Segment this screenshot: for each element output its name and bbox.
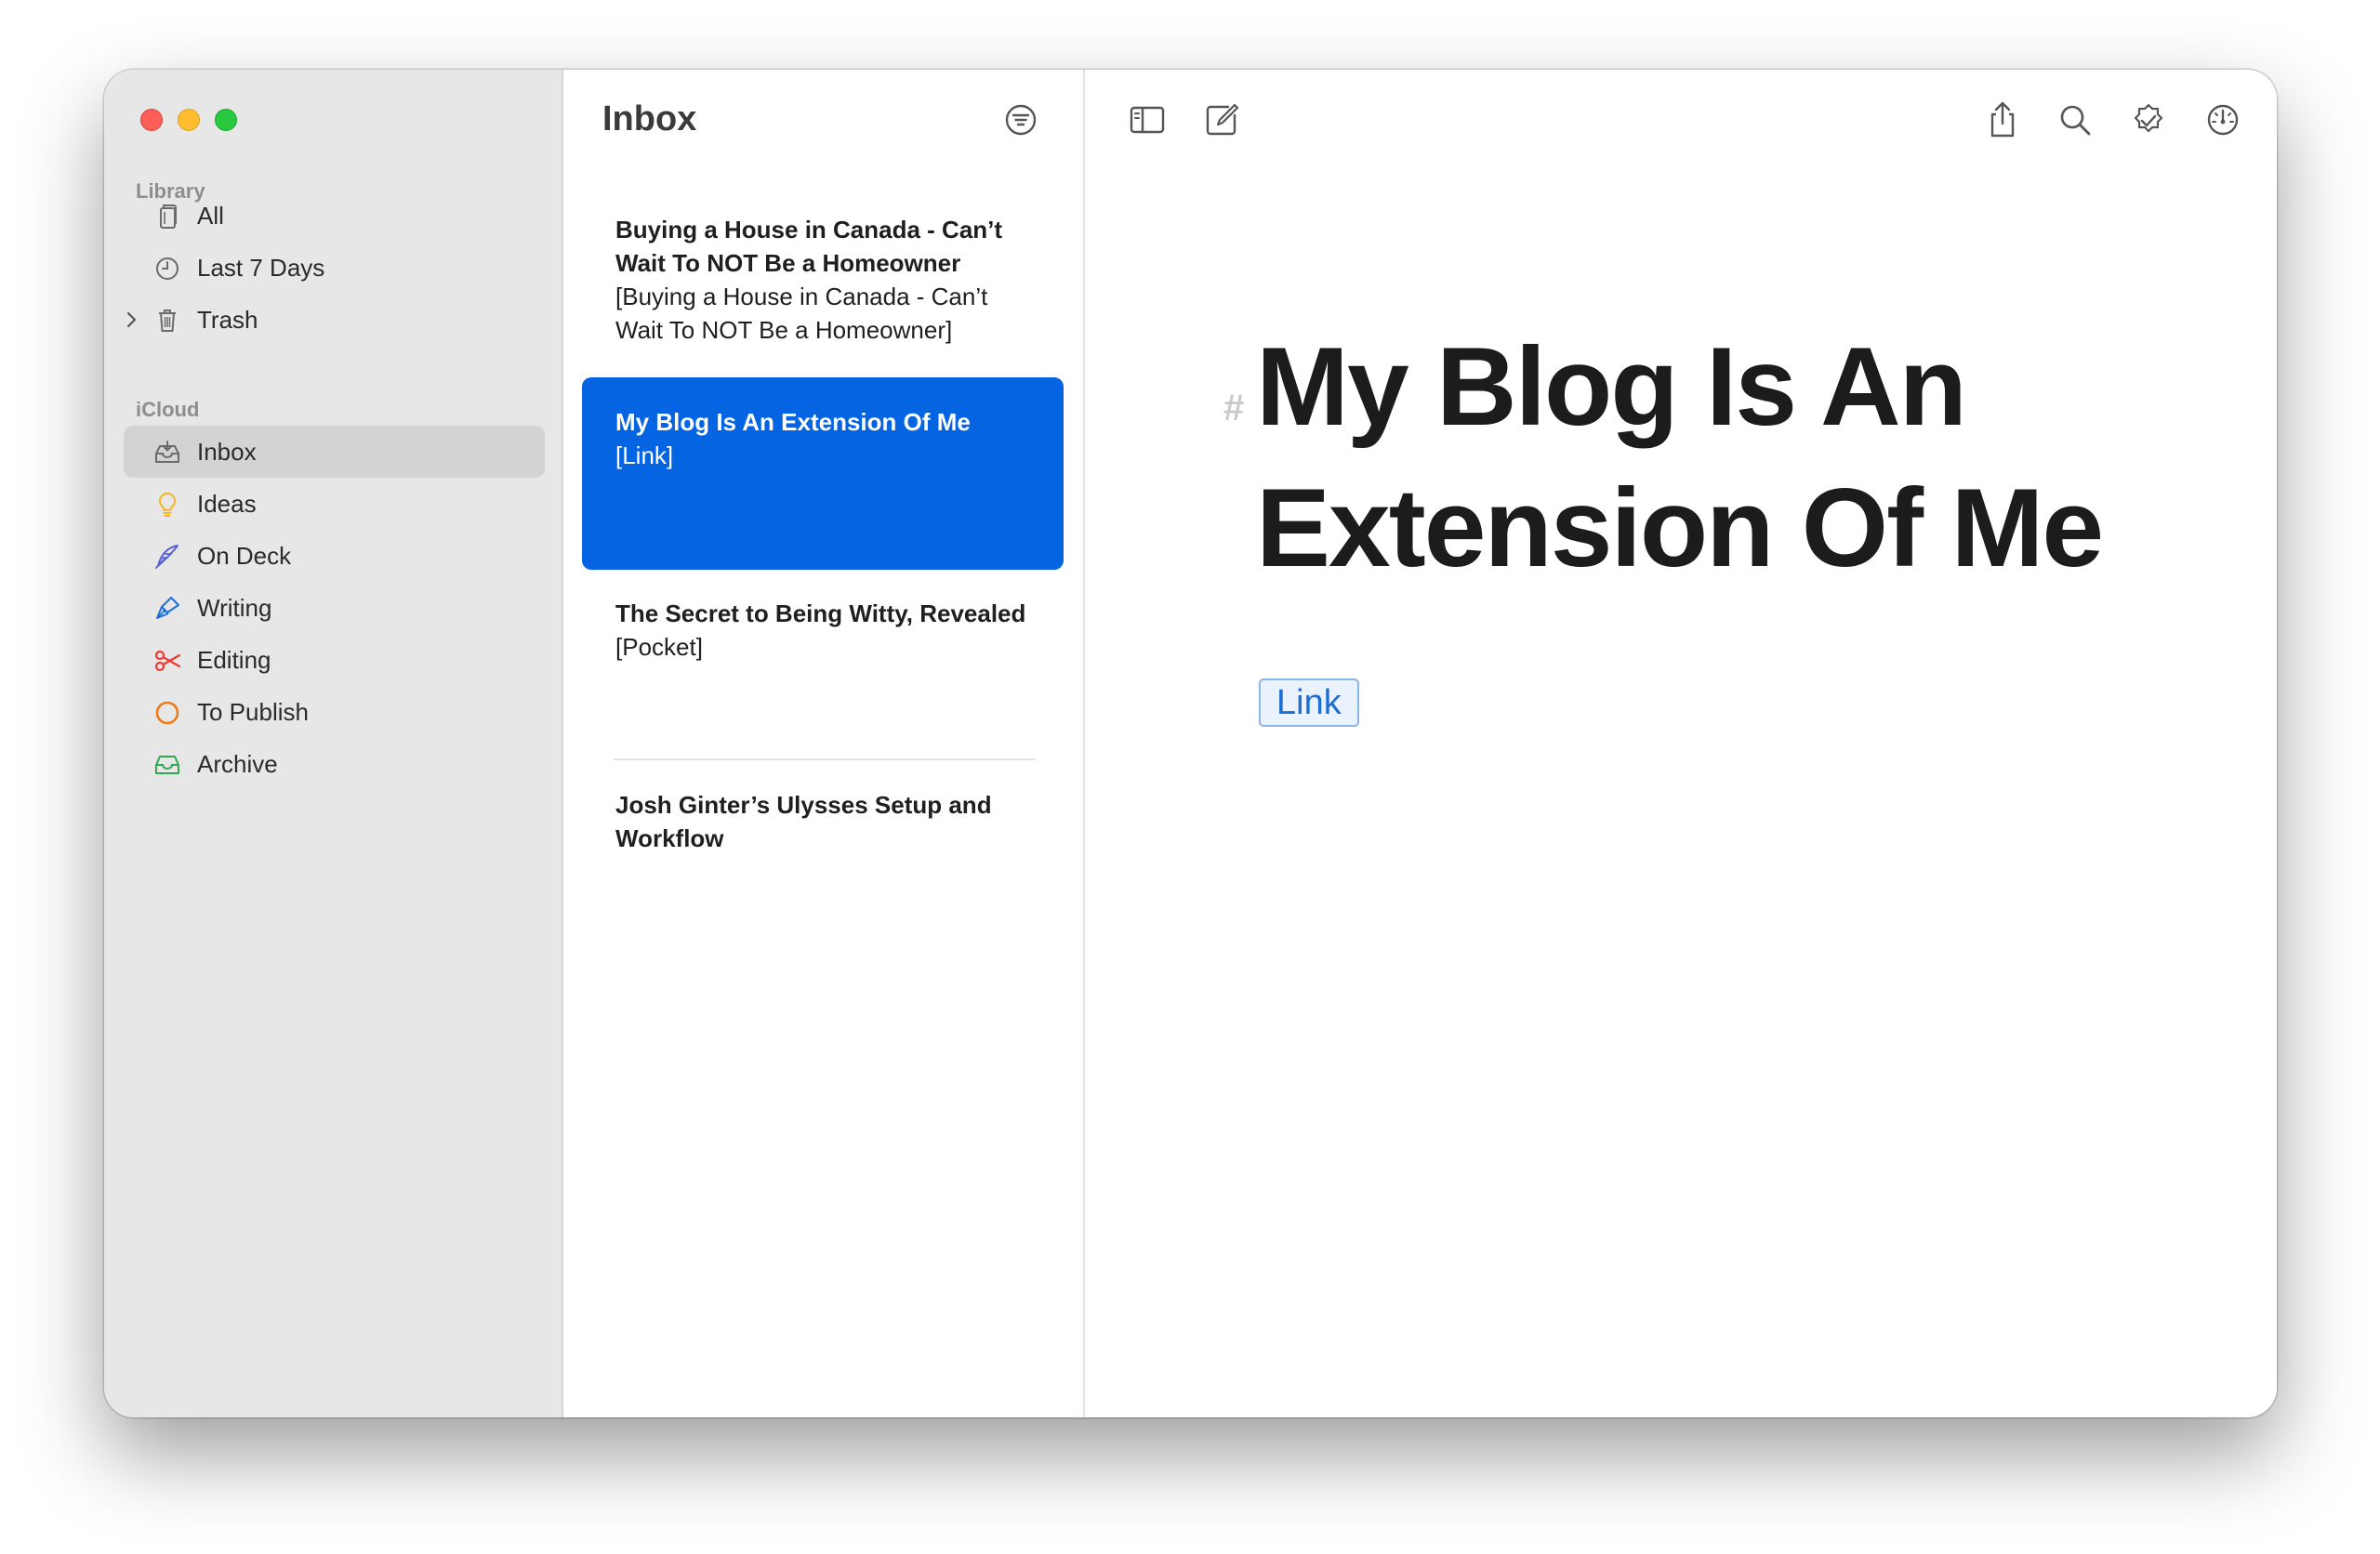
traffic-lights [140, 109, 237, 131]
sidebar-item-to-publish[interactable]: To Publish [124, 686, 545, 738]
filter-icon[interactable] [1002, 101, 1039, 138]
sidebar-item-label: On Deck [197, 542, 292, 570]
archive-tray-icon [155, 756, 179, 774]
sidebar-item-editing[interactable]: Editing [124, 634, 545, 686]
sidebar-item-all[interactable]: All [124, 190, 545, 242]
list-title: Inbox [602, 99, 697, 138]
sidebar-item-inbox[interactable]: Inbox [124, 426, 545, 478]
editor: # My Blog Is An Extension Of Me Link [1085, 70, 2277, 1417]
inbox-icon [155, 441, 179, 463]
dashboard-icon[interactable] [2202, 99, 2243, 140]
stack-icon [160, 204, 177, 229]
sidebar-item-label: Ideas [197, 490, 257, 518]
lightbulb-icon [158, 492, 177, 517]
sidebar-item-label: Archive [197, 750, 278, 778]
sidebar-item-label: To Publish [197, 698, 309, 726]
sidebar: Library All Last 7 Days Trash iCloud Inb… [104, 70, 563, 1417]
sheet-card[interactable]: Buying a House in Canada - Can’t Wait To… [582, 194, 1064, 380]
circle-icon [155, 701, 179, 725]
sheet-title: My Blog Is An Extension Of Me [615, 408, 971, 436]
sheet-preview: [Pocket] [615, 633, 703, 661]
checklist-badge-icon[interactable] [2128, 99, 2169, 140]
sidebar-item-on-deck[interactable]: On Deck [124, 530, 545, 582]
quill-icon [155, 545, 178, 569]
list-divider [614, 758, 1036, 760]
sheet-title: Buying a House in Canada - Can’t Wait To… [615, 216, 1003, 277]
sidebar-item-label: Writing [197, 594, 272, 622]
document-heading[interactable]: My Blog Is An Extension Of Me [1256, 316, 2277, 599]
search-icon[interactable] [2055, 99, 2096, 140]
sheet-preview: [Link] [615, 441, 674, 469]
sidebar-item-archive[interactable]: Archive [124, 738, 545, 790]
sidebar-item-trash[interactable]: Trash [124, 294, 545, 346]
sidebar-item-last-7-days[interactable]: Last 7 Days [124, 242, 545, 294]
sheet-list: Inbox Buying a House in Canada - Can’t W… [563, 70, 1085, 1417]
sheet-title: Josh Ginter’s Ulysses Setup and Workflow [615, 791, 992, 852]
sidebar-toggle-icon[interactable] [1127, 99, 1168, 140]
section-label-icloud: iCloud [136, 398, 200, 421]
minimize-window-button[interactable] [178, 109, 200, 131]
sidebar-item-label: All [197, 202, 224, 230]
sheet-card[interactable]: Josh Ginter’s Ulysses Setup and Workflow [582, 770, 1064, 872]
sidebar-item-label: Trash [197, 306, 258, 334]
sheet-card-selected[interactable]: My Blog Is An Extension Of Me [Link] [582, 377, 1064, 570]
sidebar-item-ideas[interactable]: Ideas [124, 478, 545, 530]
link-chip[interactable]: Link [1259, 678, 1359, 727]
sidebar-item-label: Inbox [197, 438, 257, 466]
app-window: Library All Last 7 Days Trash iCloud Inb… [104, 70, 2277, 1417]
sheet-title: The Secret to Being Witty, Revealed [615, 599, 1026, 627]
sidebar-item-writing[interactable]: Writing [124, 582, 545, 634]
clock-icon [156, 257, 178, 280]
heading-marker: # [1223, 388, 1245, 428]
scissors-icon [154, 650, 181, 672]
trash-icon [159, 309, 176, 332]
close-window-button[interactable] [140, 109, 163, 131]
compose-icon[interactable] [1201, 99, 1242, 140]
zoom-window-button[interactable] [215, 109, 237, 131]
chevron-right-icon[interactable] [120, 308, 144, 332]
sidebar-item-label: Last 7 Days [197, 254, 325, 282]
sidebar-item-label: Editing [197, 646, 271, 674]
sheet-preview: [Buying a House in Canada - Can’t Wait T… [615, 283, 988, 344]
sheet-card[interactable]: The Secret to Being Witty, Revealed [Poc… [582, 578, 1064, 745]
pen-icon [156, 597, 179, 619]
share-icon[interactable] [1982, 99, 2023, 140]
